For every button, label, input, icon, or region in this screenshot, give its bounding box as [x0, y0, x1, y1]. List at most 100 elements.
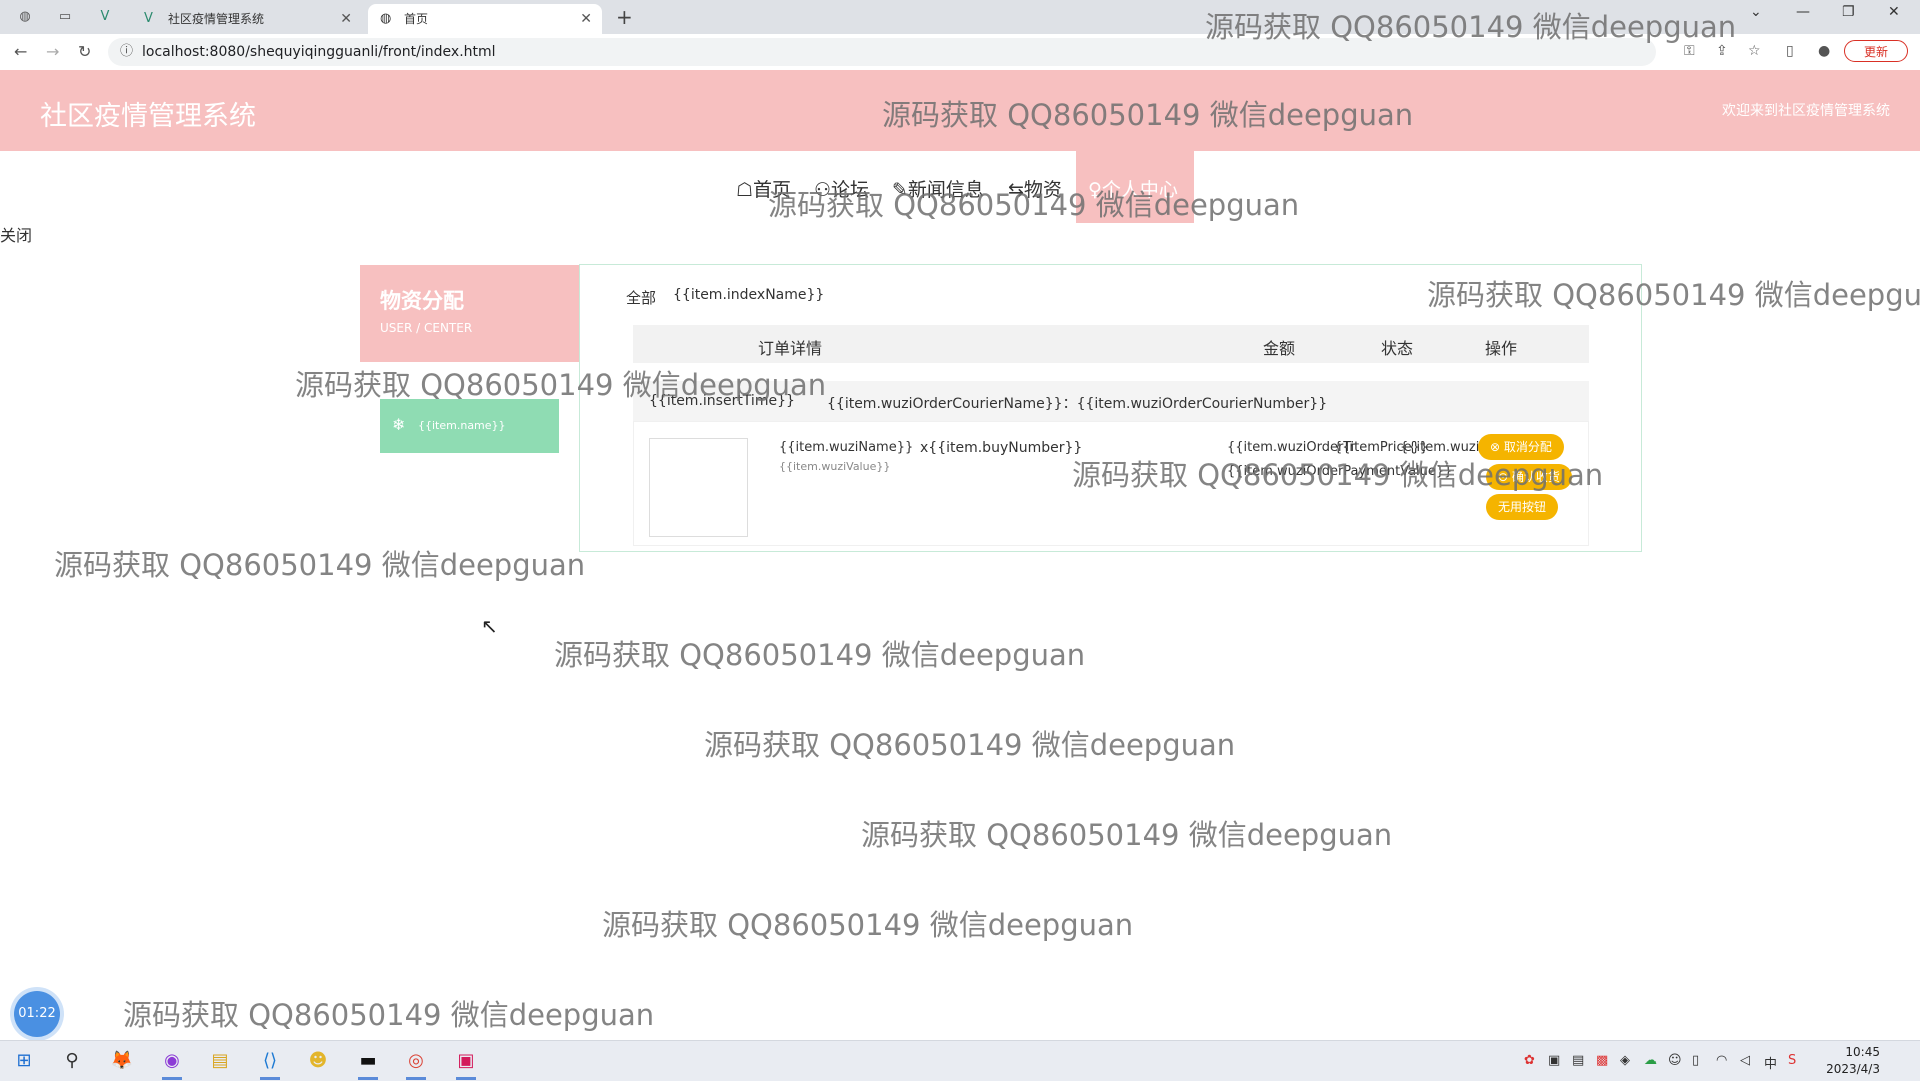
star-icon[interactable]: ☆	[1748, 43, 1761, 59]
tray-app-icon[interactable]: ▤	[1572, 1053, 1584, 1068]
sidebar-title: 物资分配	[380, 289, 464, 313]
vue-icon[interactable]: V	[96, 8, 114, 26]
nav-personal-center[interactable]: ♀个人中心	[1076, 151, 1194, 223]
url-text: localhost:8080/shequyiqingguanli/front/i…	[142, 44, 496, 60]
wifi-icon[interactable]: ◠	[1716, 1053, 1727, 1068]
order-time: {{item.insertTime}}	[649, 393, 795, 409]
profile-icon[interactable]: ●	[1818, 43, 1830, 59]
vue-icon: V	[144, 11, 153, 26]
usb-icon[interactable]: ▯	[1692, 1053, 1699, 1068]
globe-icon: ◍	[380, 11, 392, 26]
snowflake-icon: ❄	[392, 415, 406, 434]
recording-timer[interactable]: 01:22	[14, 991, 60, 1037]
key-icon[interactable]: ⚿	[1684, 43, 1695, 59]
confirm-receipt-button[interactable]: ⊙ 确认收货	[1486, 464, 1572, 490]
watermark: 源码获取 QQ86050149 微信deepguan	[54, 548, 586, 582]
sidebar-item-label: {{item.name}}	[418, 419, 506, 432]
firefox-icon[interactable]: 🦊	[110, 1049, 134, 1073]
watermark: 源码获取 QQ86050149 微信deepguan	[602, 908, 1134, 942]
table-header: 订单详情 金额 状态 操作	[633, 325, 1589, 363]
order-panel: 全部 {{item.indexName}} 订单详情 金额 状态 操作 {{it…	[579, 264, 1642, 552]
courier-info: {{item.wuziOrderCourierName}}：{{item.wuz…	[827, 396, 1328, 412]
goods-name: {{item.wuziName}}	[779, 440, 914, 455]
watermark: 源码获取 QQ86050149 微信deepguan	[554, 638, 1086, 672]
column-amount: 金额	[1263, 339, 1296, 358]
close-icon[interactable]: ✕	[580, 4, 592, 34]
sidebar-header: 物资分配 USER / CENTER	[360, 265, 579, 362]
update-button[interactable]: 更新	[1844, 40, 1908, 62]
tab-title: 首页	[404, 12, 429, 26]
tab-title: 社区疫情管理系统	[168, 12, 265, 26]
address-bar[interactable]: ⓘ localhost:8080/shequyiqingguanli/front…	[108, 38, 1656, 66]
windows-taskbar: ⊞ ⚲ 🦊 ◉ ▤ ⟨⟩ ☻ ▬ ◎ ▣ ✿ ▣ ▤ ▩ ◈ ☁ ☺ ▯ ◠ ◁…	[0, 1040, 1920, 1081]
tray-app-icon[interactable]: ▣	[1548, 1053, 1560, 1068]
search-icon[interactable]: ⚲	[60, 1049, 84, 1073]
system-clock[interactable]: 10:45 2023/4/3	[1826, 1044, 1880, 1078]
sidebar-item[interactable]: ❄ {{item.name}}	[380, 399, 559, 453]
tray-app-icon[interactable]: ◈	[1620, 1053, 1630, 1068]
app-icon[interactable]: ☻	[306, 1049, 330, 1073]
tab-management-system[interactable]: V 社区疫情管理系统 ✕	[132, 4, 362, 34]
new-tab-button[interactable]: +	[616, 4, 633, 30]
nav-home[interactable]: ☖首页	[736, 175, 791, 202]
forward-arrow-icon[interactable]: →	[46, 42, 59, 61]
ime-indicator[interactable]: 中	[1764, 1053, 1777, 1072]
nav-forum[interactable]: ⚇论坛	[814, 175, 869, 202]
close-icon[interactable]: ✕	[340, 4, 352, 34]
watermark: 源码获取 QQ86050149 微信deepguan	[861, 818, 1393, 852]
nav-supplies[interactable]: ⇆物资	[1008, 175, 1062, 202]
buy-number: x{{item.buyNumber}}	[920, 440, 1083, 456]
filter-index-tab[interactable]: {{item.indexName}}	[673, 287, 824, 303]
volume-icon[interactable]: ◁	[1740, 1053, 1750, 1068]
goods-image	[649, 438, 748, 537]
chrome-icon[interactable]: ◎	[404, 1049, 428, 1080]
tab-home[interactable]: ◍ 首页 ✕	[368, 4, 602, 34]
vscode-icon[interactable]: ⟨⟩	[258, 1049, 282, 1080]
order-row-header: {{item.insertTime}} {{item.wuziOrderCour…	[633, 381, 1589, 421]
watermark: 源码获取 QQ86050149 微信deepguan	[123, 998, 655, 1032]
info-icon[interactable]: ⓘ	[120, 38, 133, 66]
maximize-button[interactable]: ❐	[1842, 4, 1855, 20]
side-panel-icon[interactable]: ▯	[1786, 43, 1794, 59]
blank-tab-icon[interactable]: ▭	[56, 8, 74, 26]
start-menu-icon[interactable]: ⊞	[12, 1049, 36, 1073]
ime-app-icon[interactable]: S	[1788, 1053, 1796, 1068]
window-close-button[interactable]: ✕	[1888, 4, 1900, 20]
site-title: 社区疫情管理系统	[40, 101, 256, 132]
terminal-icon[interactable]: ▬	[356, 1049, 380, 1080]
browser-tab-bar: ◍ ▭ V V 社区疫情管理系统 ✕ ◍ 首页 ✕ + ⌄ — ❐ ✕	[0, 0, 1920, 34]
browser-toolbar: ← → ↻ ⓘ localhost:8080/shequyiqingguanli…	[0, 34, 1920, 71]
column-order-details: 订单详情	[758, 339, 823, 358]
filter-all-tab[interactable]: 全部	[626, 287, 656, 308]
tray-app-icon[interactable]: ▩	[1596, 1053, 1608, 1068]
tray-app-icon[interactable]: ☺	[1668, 1053, 1682, 1068]
back-arrow-icon[interactable]: ←	[14, 42, 27, 61]
mouse-cursor-icon: ↖	[481, 614, 498, 638]
wechat-icon[interactable]: ☁	[1644, 1053, 1657, 1068]
payment-value: {{item.wuziOrderPaymentValue}}	[1227, 464, 1453, 479]
globe-icon[interactable]: ◍	[16, 8, 34, 26]
useless-button[interactable]: 无用按钮	[1486, 494, 1559, 520]
share-icon[interactable]: ⇪	[1716, 43, 1728, 59]
main-nav: ☖首页 ⚇论坛 ✎新闻信息 ⇆物资 ♀个人中心	[0, 151, 1920, 223]
nav-news[interactable]: ✎新闻信息	[892, 175, 984, 202]
tray-app-icon[interactable]: ✿	[1524, 1053, 1535, 1068]
close-link[interactable]: 关闭	[0, 222, 32, 246]
cancel-allocation-button[interactable]: ⊗ 取消分配	[1478, 434, 1564, 460]
sidebar-subtitle: USER / CENTER	[380, 321, 473, 335]
intellij-icon[interactable]: ▣	[454, 1049, 478, 1080]
column-status: 状态	[1381, 339, 1414, 358]
clock-date: 2023/4/3	[1826, 1062, 1880, 1076]
tab-search-icon[interactable]: ⌄	[1750, 4, 1762, 20]
welcome-text: 欢迎来到社区疫情管理系统	[1722, 103, 1890, 119]
watermark: 源码获取 QQ86050149 微信deepguan	[704, 728, 1236, 762]
order-item: {{item.wuziName}} {{item.wuziValue}} x{{…	[633, 421, 1589, 546]
file-explorer-icon[interactable]: ▤	[208, 1049, 232, 1073]
minimize-button[interactable]: —	[1796, 4, 1810, 20]
visual-studio-icon[interactable]: ◉	[160, 1049, 184, 1080]
reload-icon[interactable]: ↻	[78, 42, 91, 61]
goods-value: {{item.wuziValue}}	[779, 460, 891, 473]
clock-time: 10:45	[1845, 1045, 1880, 1059]
site-header: 社区疫情管理系统 欢迎来到社区疫情管理系统	[0, 70, 1920, 151]
column-actions: 操作	[1485, 339, 1518, 358]
